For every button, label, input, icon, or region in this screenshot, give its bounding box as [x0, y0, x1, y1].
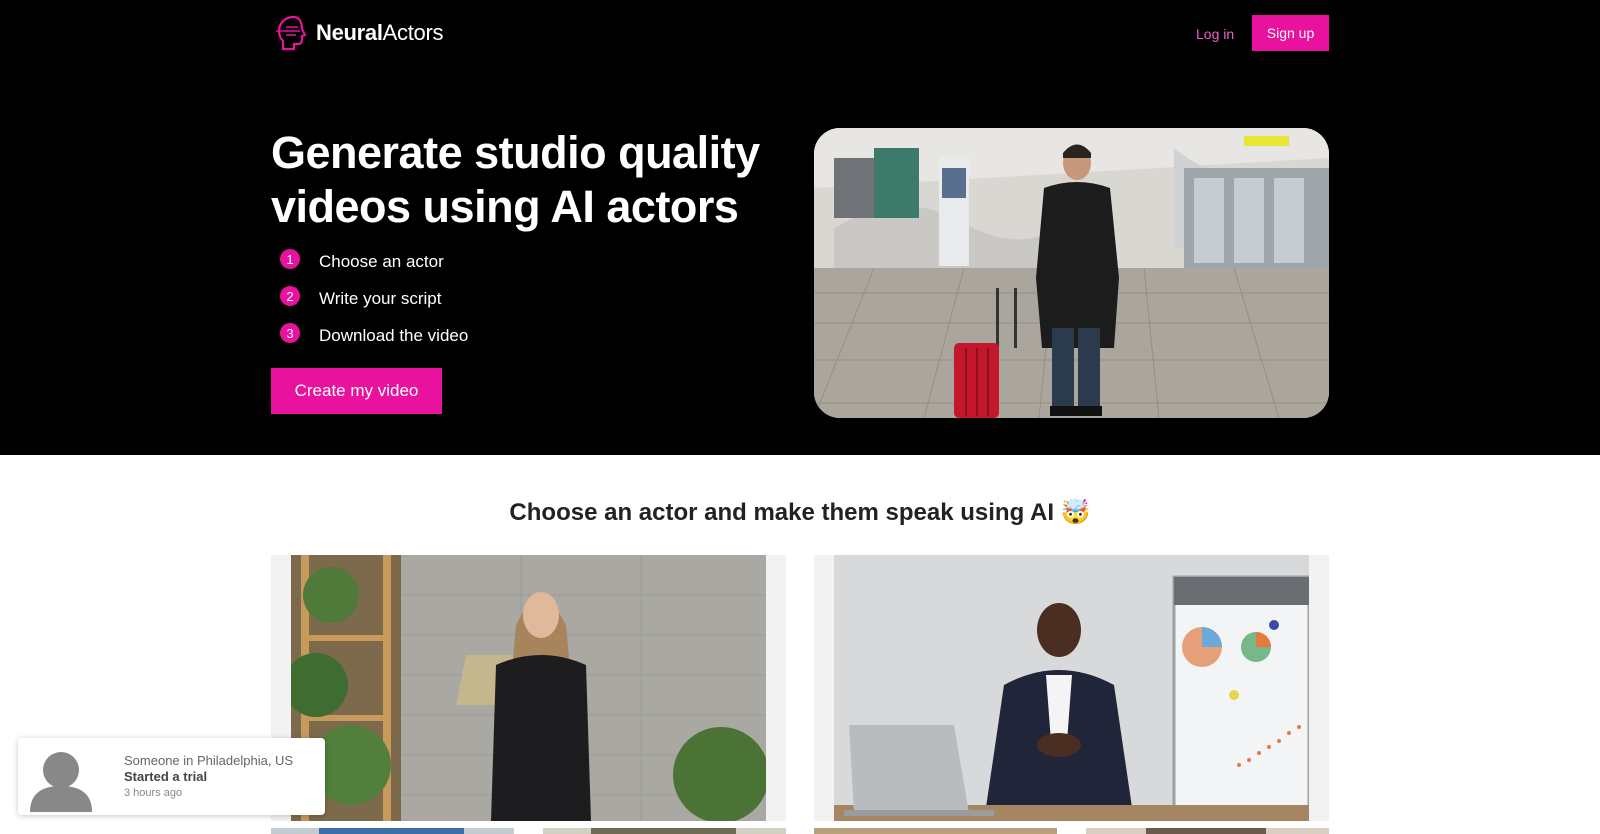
toast-time: 3 hours ago	[124, 787, 183, 799]
toast-action: Started a trial	[124, 769, 208, 784]
login-link[interactable]: Log in	[1196, 26, 1234, 42]
social-proof-toast[interactable]: Someone in Philadelphia, US Started a tr…	[18, 738, 325, 815]
actor-thumbnail[interactable]	[814, 828, 1057, 834]
actor-card[interactable]	[814, 555, 1329, 821]
actor-card[interactable]	[271, 555, 786, 821]
head-logo-icon	[276, 15, 307, 51]
create-video-button[interactable]: Create my video	[271, 368, 442, 414]
hero-video[interactable]	[814, 128, 1329, 418]
actor-thumbnail[interactable]	[271, 828, 514, 834]
signup-button[interactable]: Sign up	[1252, 15, 1329, 51]
actor-thumbnail[interactable]	[1086, 828, 1329, 834]
hero-video-frame	[814, 128, 1329, 418]
step-label: Download the video	[319, 326, 469, 345]
step-item: 3 Download the video	[280, 323, 469, 348]
step-label: Choose an actor	[319, 252, 444, 271]
step-number-badge: 2	[280, 286, 300, 306]
hero-title: Generate studio quality videos using AI …	[271, 127, 760, 232]
actor-thumbnail[interactable]	[543, 828, 786, 834]
step-label: Write your script	[319, 289, 442, 308]
actor-video-frame	[834, 555, 1309, 821]
step-number-badge: 3	[280, 323, 300, 343]
brand-logo[interactable]: NeuralActors	[274, 12, 444, 54]
actor-video	[834, 555, 1309, 821]
hero-section: NeuralActors Log in Sign up Generate stu…	[0, 0, 1600, 455]
toast-location: Someone in Philadelphia, US	[124, 753, 294, 768]
step-item: 1 Choose an actor	[280, 249, 444, 274]
brand-name: NeuralActors	[316, 20, 444, 45]
step-item: 2 Write your script	[280, 286, 442, 311]
actors-section-title: Choose an actor and make them speak usin…	[509, 499, 1091, 526]
step-number-badge: 1	[280, 249, 300, 269]
actor-video	[291, 555, 766, 821]
person-avatar-icon	[30, 752, 92, 812]
actor-video-frame	[291, 555, 766, 821]
